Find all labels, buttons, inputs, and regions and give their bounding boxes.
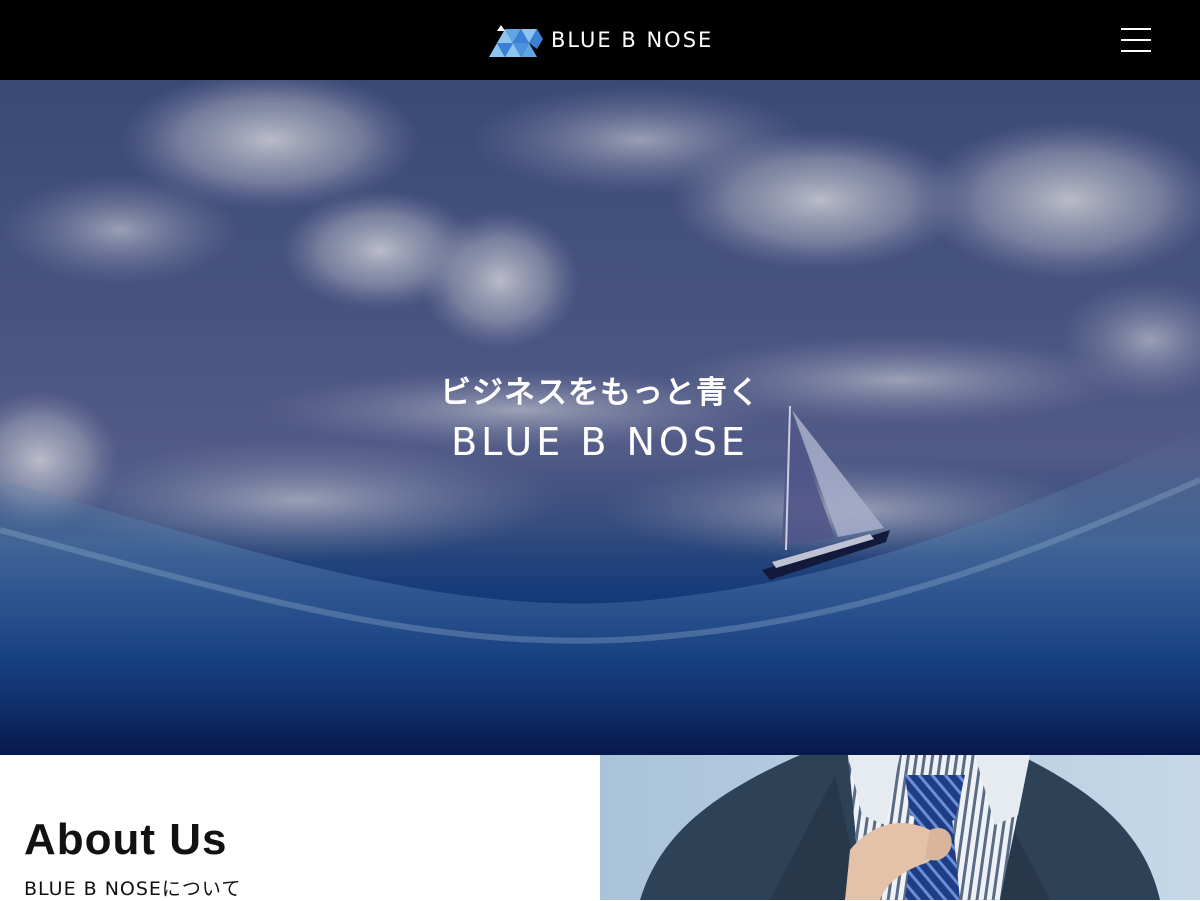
site-logo[interactable]: BLUE B NOSE bbox=[489, 22, 713, 58]
hero-title: BLUE B NOSE bbox=[451, 420, 749, 464]
about-section: About Us BLUE B NOSEについて bbox=[0, 755, 600, 900]
hero-overlay bbox=[0, 80, 1200, 755]
about-subheading: BLUE B NOSEについて bbox=[24, 878, 242, 900]
site-header: BLUE B NOSE bbox=[0, 0, 1200, 80]
hero-tagline: ビジネスをもっと青く bbox=[440, 375, 760, 411]
triangle-mosaic-logo-icon bbox=[489, 25, 543, 57]
logo-text: BLUE B NOSE bbox=[551, 28, 714, 52]
hamburger-menu-icon[interactable] bbox=[1118, 24, 1154, 56]
hero-section: ビジネスをもっと青く BLUE B NOSE bbox=[0, 80, 1200, 755]
businessman-tie-image bbox=[600, 755, 1200, 900]
about-heading: About Us bbox=[24, 815, 228, 864]
